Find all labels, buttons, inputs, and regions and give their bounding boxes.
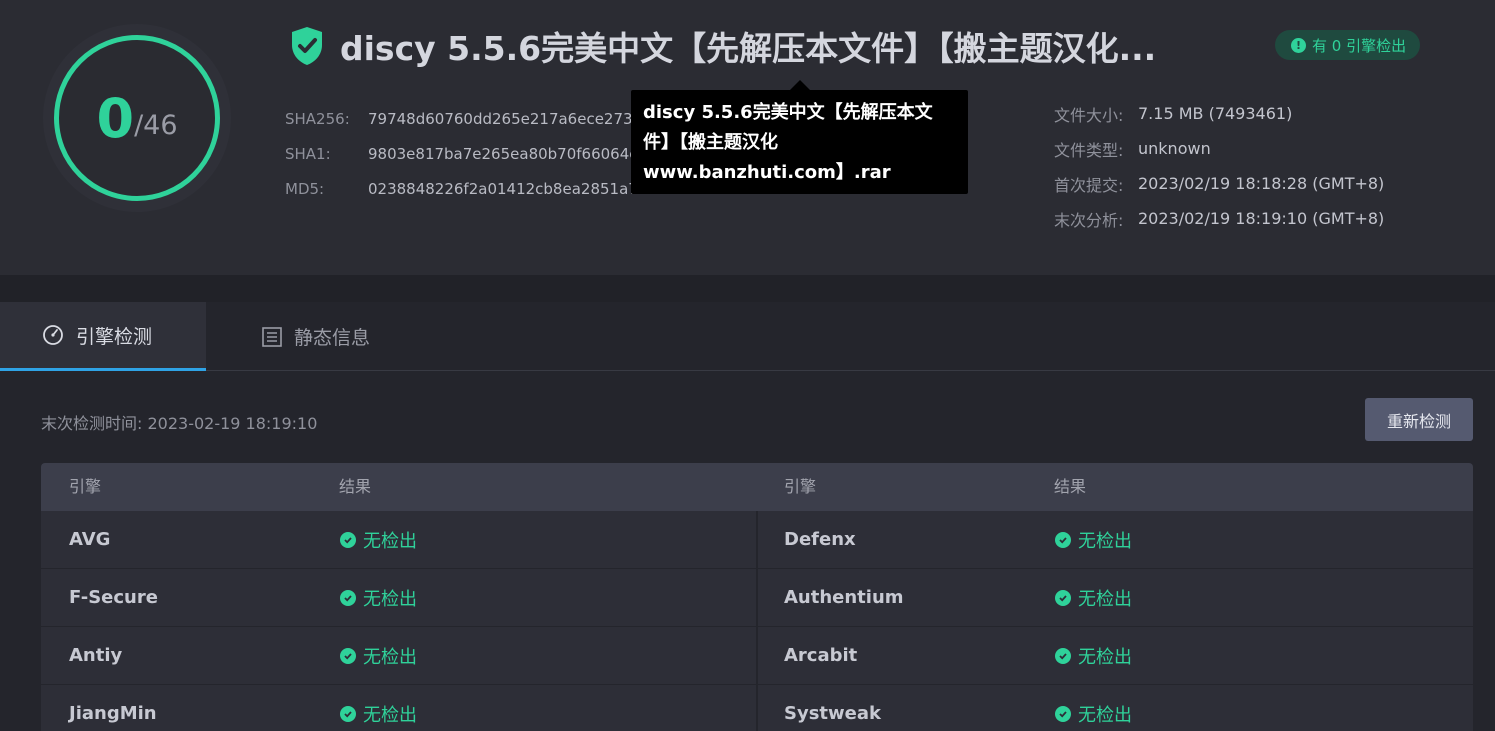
result-cell: 无检出 <box>1055 685 1132 731</box>
result-cell: 无检出 <box>340 685 417 731</box>
hash-label: MD5: <box>285 179 325 198</box>
meta-row-last-analysis: 末次分析: 2023/02/19 18:19:10 (GMT+8) <box>1054 201 1384 236</box>
result-cell: 无检出 <box>1055 569 1132 626</box>
result-cell: 无检出 <box>1055 511 1132 568</box>
cell-divider <box>756 627 758 684</box>
tab-bar: 引擎检测 静态信息 <box>0 302 1495 371</box>
check-circle-icon <box>1055 647 1071 664</box>
file-meta-list: 文件大小: 7.15 MB (7493461) 文件类型: unknown 首次… <box>1054 96 1384 236</box>
tooltip-line: www.banzhuti.com】.rar <box>643 162 891 183</box>
column-header-result: 结果 <box>1054 477 1087 496</box>
check-circle-icon <box>340 647 356 664</box>
table-row: AVG 无检出 Defenx 无检出 <box>41 511 1473 569</box>
meta-row-first-submit: 首次提交: 2023/02/19 18:18:28 (GMT+8) <box>1054 166 1384 201</box>
exclamation-icon: ! <box>1291 37 1306 53</box>
engine-results-table: 引擎 结果 引擎 结果 AVG 无检出 Defenx 无检出 F-Secure … <box>41 463 1473 731</box>
column-header-result: 结果 <box>339 477 372 496</box>
result-cell: 无检出 <box>340 627 417 684</box>
tooltip-line: discy 5.5.6完美中文【先解压本文 <box>643 102 933 123</box>
engine-name: F-Secure <box>69 587 158 608</box>
result-label: 无检出 <box>363 704 417 726</box>
hash-label: SHA1: <box>285 144 331 163</box>
result-cell: 无检出 <box>340 569 417 626</box>
column-header-engine: 引擎 <box>784 477 817 496</box>
engine-name: Defenx <box>784 529 856 550</box>
meta-value: 2023/02/19 18:18:28 (GMT+8) <box>1138 174 1385 193</box>
detection-badge: ! 有 0 引擎检出 <box>1275 30 1421 60</box>
table-row: Antiy 无检出 Arcabit 无检出 <box>41 627 1473 685</box>
result-cell: 无检出 <box>1055 627 1132 684</box>
result-label: 无检出 <box>1078 530 1132 552</box>
recheck-button[interactable]: 重新检测 <box>1365 398 1473 441</box>
result-label: 无检出 <box>1078 588 1132 610</box>
title-row: discy 5.5.6完美中文【先解压本文件】【搬主题汉化... <box>290 22 1200 70</box>
result-label: 无检出 <box>363 646 417 668</box>
engine-name: Antiy <box>69 645 123 666</box>
check-circle-icon <box>1055 531 1071 548</box>
meta-label: 文件大小: <box>1054 105 1124 125</box>
engine-name: Arcabit <box>784 645 858 666</box>
meta-label: 首次提交: <box>1054 175 1124 195</box>
meta-value: 2023/02/19 18:19:10 (GMT+8) <box>1138 209 1385 228</box>
score-ring: 0 /46 <box>54 35 220 201</box>
tooltip-line: 件】【搬主题汉化 <box>643 132 778 153</box>
table-row: F-Secure 无检出 Authentium 无检出 <box>41 569 1473 627</box>
cell-divider <box>756 511 758 568</box>
check-circle-icon <box>340 589 356 606</box>
shield-check-icon <box>292 27 322 65</box>
detected-count: 0 <box>96 86 135 150</box>
last-check-time: 末次检测时间: 2023-02-19 18:19:10 <box>41 414 318 433</box>
meta-row-size: 文件大小: 7.15 MB (7493461) <box>1054 96 1384 131</box>
meta-label: 末次分析: <box>1054 210 1124 230</box>
file-title[interactable]: discy 5.5.6完美中文【先解压本文件】【搬主题汉化... <box>340 22 1200 70</box>
badge-label: 有 0 引擎检出 <box>1312 36 1407 55</box>
table-header: 引擎 结果 引擎 结果 <box>41 463 1473 511</box>
engine-name: AVG <box>69 529 111 550</box>
tab-static-info[interactable]: 静态信息 <box>206 302 416 371</box>
check-circle-icon <box>1055 589 1071 606</box>
filename-tooltip: discy 5.5.6完美中文【先解压本文 件】【搬主题汉化 www.banzh… <box>631 90 968 194</box>
engine-total: /46 <box>134 109 178 141</box>
meta-row-type: 文件类型: unknown <box>1054 131 1384 166</box>
engine-name: JiangMin <box>69 703 157 724</box>
section-divider <box>0 275 1495 302</box>
result-label: 无检出 <box>363 588 417 610</box>
engine-name: Systweak <box>784 703 881 724</box>
tab-label: 静态信息 <box>294 327 371 349</box>
check-circle-icon <box>1055 705 1071 722</box>
result-label: 无检出 <box>363 530 417 552</box>
list-icon <box>262 326 282 347</box>
meta-value: 7.15 MB (7493461) <box>1138 104 1293 123</box>
cell-divider <box>756 685 758 731</box>
result-label: 无检出 <box>1078 704 1132 726</box>
meta-label: 文件类型: <box>1054 140 1124 160</box>
hash-label: SHA256: <box>285 109 350 128</box>
tab-label: 引擎检测 <box>76 325 153 348</box>
engine-name: Authentium <box>784 587 904 608</box>
check-circle-icon <box>340 531 356 548</box>
meta-value: unknown <box>1138 139 1211 158</box>
gauge-icon <box>43 325 63 345</box>
result-label: 无检出 <box>1078 646 1132 668</box>
cell-divider <box>756 569 758 626</box>
detection-score-dial: 0 /46 <box>43 24 231 212</box>
tab-engine-detection[interactable]: 引擎检测 <box>0 302 206 371</box>
result-cell: 无检出 <box>340 511 417 568</box>
column-header-engine: 引擎 <box>69 477 102 496</box>
table-row: JiangMin 无检出 Systweak 无检出 <box>41 685 1473 731</box>
check-circle-icon <box>340 705 356 722</box>
